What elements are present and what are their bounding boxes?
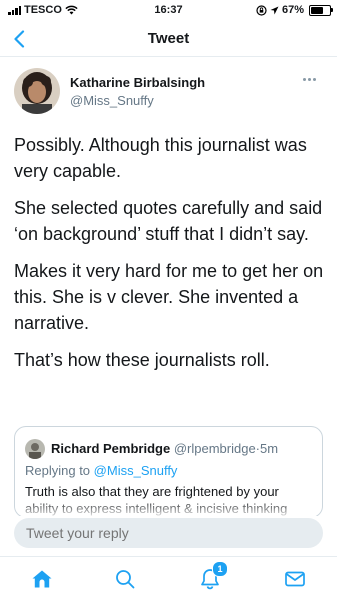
tweet-paragraph: Possibly. Although this journalist was v… <box>14 135 307 181</box>
author-name[interactable]: Katharine Birbalsingh <box>70 75 205 90</box>
tweet-paragraph: That’s how these journalists roll. <box>14 350 270 370</box>
tab-messages[interactable] <box>281 565 309 593</box>
envelope-icon <box>285 571 305 587</box>
notification-badge: 1 <box>212 561 228 577</box>
tweet-author: Katharine Birbalsingh @Miss_Snuffy <box>14 68 323 116</box>
replying-prefix: Replying to <box>25 463 91 478</box>
author-handle[interactable]: @Miss_Snuffy <box>70 93 154 108</box>
replying-handle-link[interactable]: @Miss_Snuffy <box>94 463 178 478</box>
quoted-fade <box>15 499 322 517</box>
battery-icon <box>309 4 333 16</box>
reply-input[interactable] <box>14 518 323 548</box>
tweet-paragraph: Makes it very hard for me to get her on … <box>14 261 324 333</box>
quoted-tweet[interactable]: Richard Pembridge @rlpembridge·5m Replyi… <box>14 426 323 518</box>
tab-home[interactable] <box>28 565 56 593</box>
nav-bar: Tweet <box>0 22 337 57</box>
tab-search[interactable] <box>111 565 139 593</box>
status-bar: TESCO 16:37 67% <box>0 0 337 22</box>
battery-fill <box>311 6 323 14</box>
screen-lock-icon <box>256 4 267 16</box>
quoted-author-handle: @rlpembridge <box>173 441 256 456</box>
quoted-replying-to: Replying to @Miss_Snuffy <box>25 463 177 478</box>
more-dot-icon <box>313 77 316 81</box>
tab-bar: 1 <box>0 556 337 601</box>
home-icon <box>32 570 52 588</box>
quoted-author-name: Richard Pembridge <box>51 441 171 456</box>
quoted-header: Richard Pembridge @rlpembridge·5m <box>51 441 278 456</box>
more-dot-icon <box>308 77 311 81</box>
battery-percent: 67% <box>281 4 304 16</box>
more-dot-icon <box>303 77 306 81</box>
avatar-image <box>14 68 60 114</box>
quoted-avatar-image <box>25 439 45 459</box>
location-icon <box>270 6 279 14</box>
tweet-text: Possibly. Although this journalist was v… <box>14 132 327 384</box>
avatar[interactable] <box>14 68 60 114</box>
tab-notifications[interactable]: 1 <box>196 561 228 593</box>
page-title: Tweet <box>147 30 190 47</box>
search-icon <box>116 570 135 589</box>
status-right: 67% <box>256 4 333 16</box>
tweet-paragraph: She selected quotes carefully and said ‘… <box>14 198 323 244</box>
quoted-time: 5m <box>260 441 279 456</box>
quoted-avatar <box>25 439 45 459</box>
reply-bar <box>0 516 337 554</box>
more-options-button[interactable] <box>303 74 321 84</box>
